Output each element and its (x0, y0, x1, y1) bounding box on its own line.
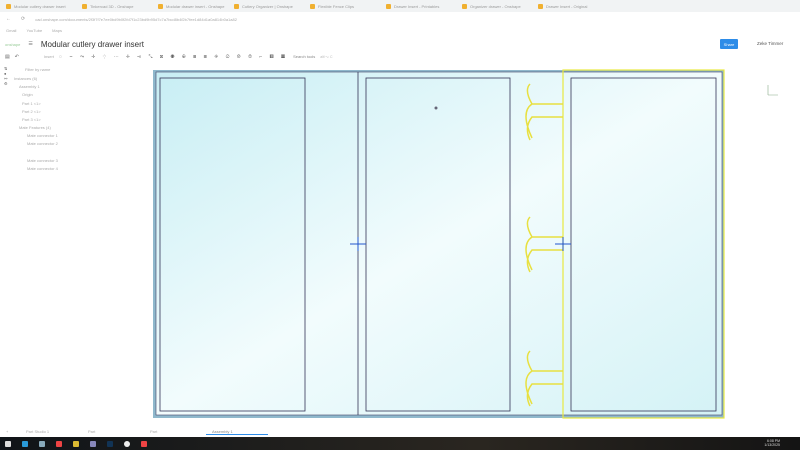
bookmark[interactable]: Gmail (6, 28, 16, 33)
edge-icon[interactable] (22, 440, 28, 447)
browser-tab-strip: Modular cutlery drawer insert Tinkercad 3… (0, 0, 800, 12)
bookmark[interactable]: YouTube (26, 28, 42, 33)
chrome-icon[interactable] (141, 440, 147, 447)
browser-tab[interactable]: Flexible Fence Clips (304, 1, 380, 11)
explorer-icon[interactable] (73, 440, 79, 447)
reload-icon[interactable]: ⟳ (21, 16, 25, 22)
app-icon[interactable] (39, 440, 45, 447)
browser-tab[interactable]: Cutlery Organizer | Onshape (228, 1, 304, 11)
clock[interactable]: 6:08 PM 1/13/2025 (764, 439, 780, 447)
tab-assembly[interactable]: Assembly 1 (206, 429, 268, 435)
chrome-icon[interactable] (56, 440, 62, 447)
toolbar: ▤ ↶ Insert ◌ ⌣ ⤳ ✛ ⁘ ⋯ ✛ ⊸ ⤡ ⊠ ◉ ⊕ ⊞ ⊞ ◈… (0, 51, 800, 62)
browser-tab[interactable]: Drawer Insert - Original (532, 1, 608, 11)
tree-item[interactable]: Mate connector 4 (27, 166, 58, 171)
browser-tab[interactable]: Tinkercad 3D - Onshape (76, 1, 152, 11)
tree-item[interactable]: Mate connector 2 (27, 141, 58, 146)
onshape-header: onshape ☰ Modular cutlery drawer insert (0, 37, 800, 51)
search-shortcut: alt/⌥ C (320, 54, 333, 59)
onshape-logo[interactable]: onshape (5, 42, 20, 47)
insert-button[interactable]: Insert (44, 54, 54, 59)
app-icon[interactable] (90, 440, 96, 447)
share-button[interactable]: Share (720, 39, 738, 49)
document-title[interactable]: Modular cutlery drawer insert (41, 40, 144, 49)
tree-item[interactable]: Origin (22, 92, 33, 97)
document-tabs: + Part Studio 1 Part Part Assembly 1 (0, 426, 800, 437)
tab-part[interactable]: Part (82, 429, 144, 434)
bookmarks-bar: Gmail YouTube Maps (0, 26, 800, 35)
start-icon[interactable] (5, 440, 11, 447)
search-tools[interactable]: Search tools (293, 54, 315, 59)
tools-icons[interactable]: ◌ ⌣ ⤳ ✛ ⁘ ⋯ ✛ ⊸ ⤡ ⊠ ◉ ⊕ ⊞ ⊞ ◈ ⊘ ⊗ ⊜ ⌐ ▥ … (59, 54, 288, 60)
feature-list-icon[interactable]: ▤ (5, 54, 10, 60)
tree-item[interactable]: Mate connector 1 (27, 133, 58, 138)
assembly-tree: ⇅ ● ⚯ ⚙ Filter by name Instances (6) Assemb… (0, 64, 150, 424)
view-cube-triad[interactable] (767, 85, 778, 96)
browser-tab[interactable]: Drawer Insert - Printables (380, 1, 456, 11)
back-icon[interactable]: ← (6, 16, 11, 22)
windows-taskbar (0, 437, 800, 450)
tab-part-studio[interactable]: Part Studio 1 (20, 429, 82, 434)
photoshop-icon[interactable] (107, 440, 113, 447)
address-bar: ← ⟳ cad.onshape.com/documents/2f3f7f7e7e… (0, 12, 800, 26)
url-field[interactable]: cad.onshape.com/documents/2f3f7f7e7ee0bd… (35, 17, 237, 22)
graphics-canvas[interactable] (150, 62, 800, 424)
tree-item[interactable]: Part 3 <1> (22, 117, 41, 122)
origin-point[interactable] (434, 106, 438, 110)
tree-item[interactable]: Mate Features (4) (19, 125, 51, 130)
tree-item[interactable]: Mate connector 3 (27, 158, 58, 163)
undo-icon[interactable]: ↶ (15, 54, 19, 60)
filter-input[interactable]: Filter by name (25, 67, 50, 72)
tree-item[interactable]: Part 2 <1> (22, 109, 41, 114)
tree-icons[interactable]: ⇅ ● ⚯ ⚙ (4, 66, 8, 86)
bookmark[interactable]: Maps (52, 28, 62, 33)
browser-tab[interactable]: Organizer drawer - Onshape (456, 1, 532, 11)
tab-part[interactable]: Part (144, 429, 206, 434)
instances-header[interactable]: Instances (6) (14, 76, 37, 81)
tree-item[interactable]: Assembly 1 (19, 84, 40, 89)
browser-tab[interactable]: Modular drawer insert - Onshape (152, 1, 228, 11)
drawer-insert[interactable] (155, 71, 723, 416)
tree-item[interactable]: Part 1 <1> (22, 101, 41, 106)
browser-tab[interactable]: Modular cutlery drawer insert (0, 1, 76, 11)
app-icon[interactable] (124, 440, 130, 447)
add-tab-icon[interactable]: + (0, 429, 20, 434)
menu-icon[interactable]: ☰ (28, 41, 32, 47)
user-menu[interactable]: Zeke Timmer (757, 41, 783, 46)
